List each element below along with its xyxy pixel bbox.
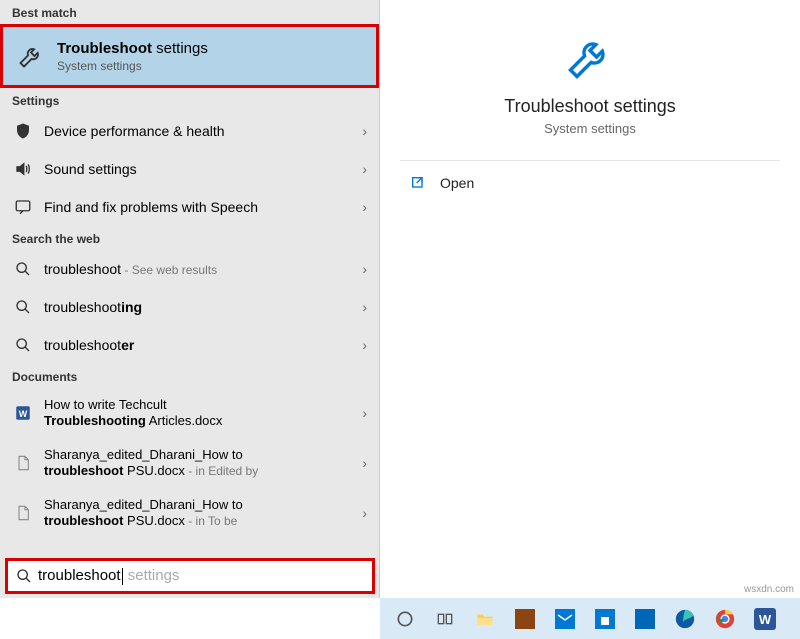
open-label: Open <box>440 175 474 191</box>
best-match-title-bold: Troubleshoot <box>57 40 152 57</box>
result-label: How to write Techcult Troubleshooting Ar… <box>44 397 356 428</box>
chat-icon <box>12 196 34 218</box>
best-match-subtitle: System settings <box>57 59 208 73</box>
taskbar: W <box>380 598 800 639</box>
chevron-right-icon: › <box>362 405 367 421</box>
doc-icon <box>12 452 34 474</box>
task-view-icon[interactable] <box>428 602 462 636</box>
web-result[interactable]: troubleshooting › <box>0 288 379 326</box>
chevron-right-icon: › <box>362 337 367 353</box>
preview-panel: Troubleshoot settings System settings Op… <box>380 0 800 598</box>
section-header-best-match: Best match <box>0 0 379 24</box>
web-result[interactable]: troubleshoot - See web results › <box>0 250 379 288</box>
document-result[interactable]: Sharanya_edited_Dharani_How to troublesh… <box>0 438 379 488</box>
settings-result-speech[interactable]: Find and fix problems with Speech › <box>0 188 379 226</box>
app-icon[interactable] <box>508 602 542 636</box>
search-icon <box>12 334 34 356</box>
wrench-icon <box>15 40 47 72</box>
preview-title: Troubleshoot settings <box>380 96 800 117</box>
search-icon <box>16 568 32 584</box>
svg-text:W: W <box>19 409 28 419</box>
document-result[interactable]: W How to write Techcult Troubleshooting … <box>0 388 379 438</box>
section-header-documents: Documents <box>0 364 379 388</box>
section-header-web: Search the web <box>0 226 379 250</box>
chrome-icon[interactable] <box>708 602 742 636</box>
search-icon <box>12 296 34 318</box>
document-result[interactable]: Sharanya_edited_Dharani_How to troublesh… <box>0 488 379 538</box>
doc-icon <box>12 502 34 524</box>
chevron-right-icon: › <box>362 455 367 471</box>
open-action[interactable]: Open <box>380 161 800 205</box>
chevron-right-icon: › <box>362 161 367 177</box>
result-label: Sharanya_edited_Dharani_How to troublesh… <box>44 447 356 478</box>
chevron-right-icon: › <box>362 199 367 215</box>
speaker-icon <box>12 158 34 180</box>
result-label: troubleshooter <box>44 337 356 354</box>
cortana-icon[interactable] <box>388 602 422 636</box>
svg-text:W: W <box>759 612 772 627</box>
result-label: troubleshooting <box>44 299 356 316</box>
best-match-title-rest: settings <box>152 40 208 57</box>
chevron-right-icon: › <box>362 299 367 315</box>
settings-result-sound[interactable]: Sound settings › <box>0 150 379 188</box>
web-result[interactable]: troubleshooter › <box>0 326 379 364</box>
edge-icon[interactable] <box>668 602 702 636</box>
file-explorer-icon[interactable] <box>468 602 502 636</box>
result-label: Sharanya_edited_Dharani_How to troublesh… <box>44 497 356 528</box>
search-text: troubleshoot settings <box>38 567 179 585</box>
word-icon[interactable]: W <box>748 602 782 636</box>
chevron-right-icon: › <box>362 505 367 521</box>
settings-result-device-performance[interactable]: Device performance & health › <box>0 112 379 150</box>
wrench-icon <box>563 30 617 84</box>
app-icon[interactable] <box>628 602 662 636</box>
result-label: Find and fix problems with Speech <box>44 199 356 216</box>
preview-subtitle: System settings <box>380 121 800 136</box>
section-header-settings: Settings <box>0 88 379 112</box>
result-label: troubleshoot - See web results <box>44 261 356 278</box>
mail-icon[interactable] <box>548 602 582 636</box>
store-icon[interactable] <box>588 602 622 636</box>
result-label: Device performance & health <box>44 123 356 140</box>
shield-icon <box>12 120 34 142</box>
watermark: wsxdn.com <box>744 584 794 595</box>
word-doc-icon: W <box>12 402 34 424</box>
search-results-panel: Best match Troubleshoot settings System … <box>0 0 380 598</box>
open-icon <box>410 175 426 191</box>
best-match-text: Troubleshoot settings System settings <box>57 40 208 73</box>
chevron-right-icon: › <box>362 261 367 277</box>
chevron-right-icon: › <box>362 123 367 139</box>
result-label: Sound settings <box>44 161 356 178</box>
search-input[interactable]: troubleshoot settings <box>5 558 375 594</box>
search-icon <box>12 258 34 280</box>
best-match-result[interactable]: Troubleshoot settings System settings <box>0 24 379 88</box>
